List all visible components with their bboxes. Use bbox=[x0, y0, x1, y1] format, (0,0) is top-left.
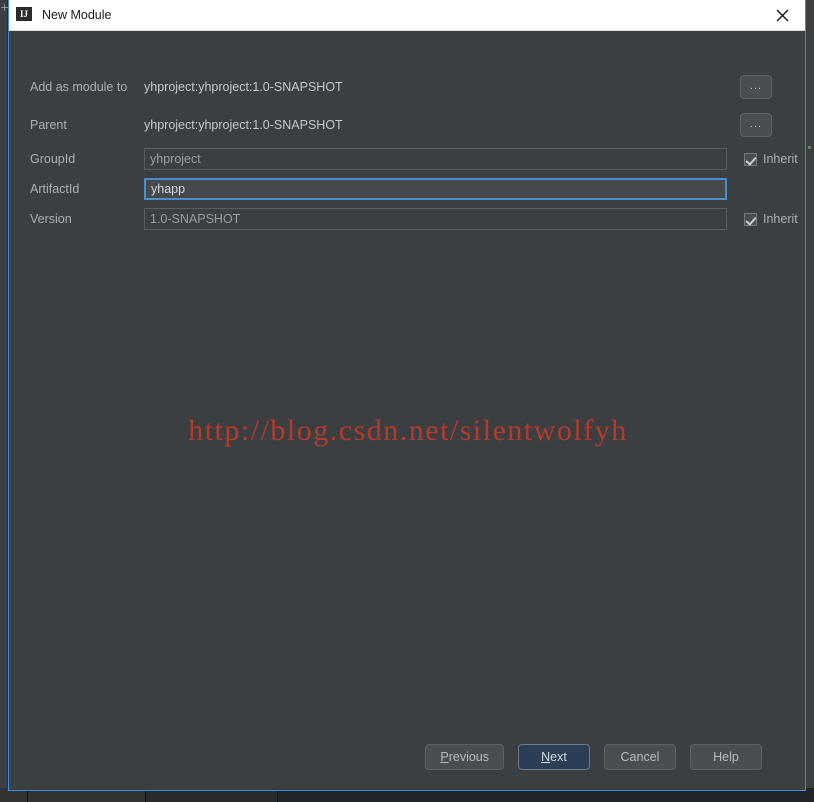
row-version: Version Inherit bbox=[9, 208, 807, 230]
inherit-label-version: Inherit bbox=[763, 212, 798, 226]
close-icon[interactable] bbox=[759, 0, 805, 30]
next-button-label: ext bbox=[550, 750, 567, 764]
dialog-button-bar: Previous Next Cancel Help bbox=[9, 742, 807, 772]
row-add-as-module-to: Add as module to yhproject:yhproject:1.0… bbox=[9, 75, 807, 99]
artifactid-input[interactable] bbox=[144, 178, 727, 200]
new-module-dialog: IJ New Module Add as module to yhproject… bbox=[8, 0, 806, 791]
next-button-mnemonic: N bbox=[541, 750, 551, 764]
label-add-as-module-to: Add as module to bbox=[30, 80, 128, 94]
inherit-checkbox-version[interactable]: Inherit bbox=[744, 212, 798, 226]
browse-button-parent[interactable]: ... bbox=[740, 113, 772, 137]
ide-left-toolstrip[interactable]: + bbox=[0, 0, 9, 788]
value-add-as-module-to: yhproject:yhproject:1.0-SNAPSHOT bbox=[144, 80, 343, 94]
add-icon[interactable]: + bbox=[0, 2, 9, 14]
browse-button-add-as-module-to[interactable]: ... bbox=[740, 75, 772, 99]
marker-dot-icon bbox=[808, 146, 811, 149]
checkbox-icon[interactable] bbox=[744, 212, 757, 226]
dialog-title: New Module bbox=[42, 8, 112, 22]
inherit-label-groupid: Inherit bbox=[763, 152, 798, 166]
row-parent: Parent yhproject:yhproject:1.0-SNAPSHOT … bbox=[9, 113, 807, 137]
label-artifactid: ArtifactId bbox=[30, 182, 80, 196]
help-button[interactable]: Help bbox=[690, 744, 762, 770]
previous-button[interactable]: Previous bbox=[425, 744, 504, 770]
watermark-text: http://blog.csdn.net/silentwolfyh bbox=[188, 414, 628, 447]
label-parent: Parent bbox=[30, 118, 67, 132]
cancel-button[interactable]: Cancel bbox=[604, 744, 676, 770]
row-artifactid: ArtifactId bbox=[9, 178, 807, 200]
inherit-checkbox-groupid[interactable]: Inherit bbox=[744, 152, 798, 166]
label-groupid: GroupId bbox=[30, 152, 76, 166]
value-parent: yhproject:yhproject:1.0-SNAPSHOT bbox=[144, 118, 343, 132]
previous-button-mnemonic: P bbox=[440, 750, 449, 764]
dialog-titlebar: IJ New Module bbox=[9, 0, 805, 31]
checkbox-icon[interactable] bbox=[744, 152, 757, 166]
groupid-input[interactable] bbox=[144, 148, 727, 170]
version-input[interactable] bbox=[144, 208, 727, 230]
previous-button-label: revious bbox=[448, 750, 489, 764]
next-button[interactable]: Next bbox=[518, 744, 590, 770]
intellij-logo-icon: IJ bbox=[16, 7, 32, 23]
dialog-content: Add as module to yhproject:yhproject:1.0… bbox=[9, 31, 805, 790]
label-version: Version bbox=[30, 212, 72, 226]
ide-right-toolstrip[interactable] bbox=[806, 0, 814, 788]
row-groupid: GroupId Inherit bbox=[9, 148, 807, 170]
